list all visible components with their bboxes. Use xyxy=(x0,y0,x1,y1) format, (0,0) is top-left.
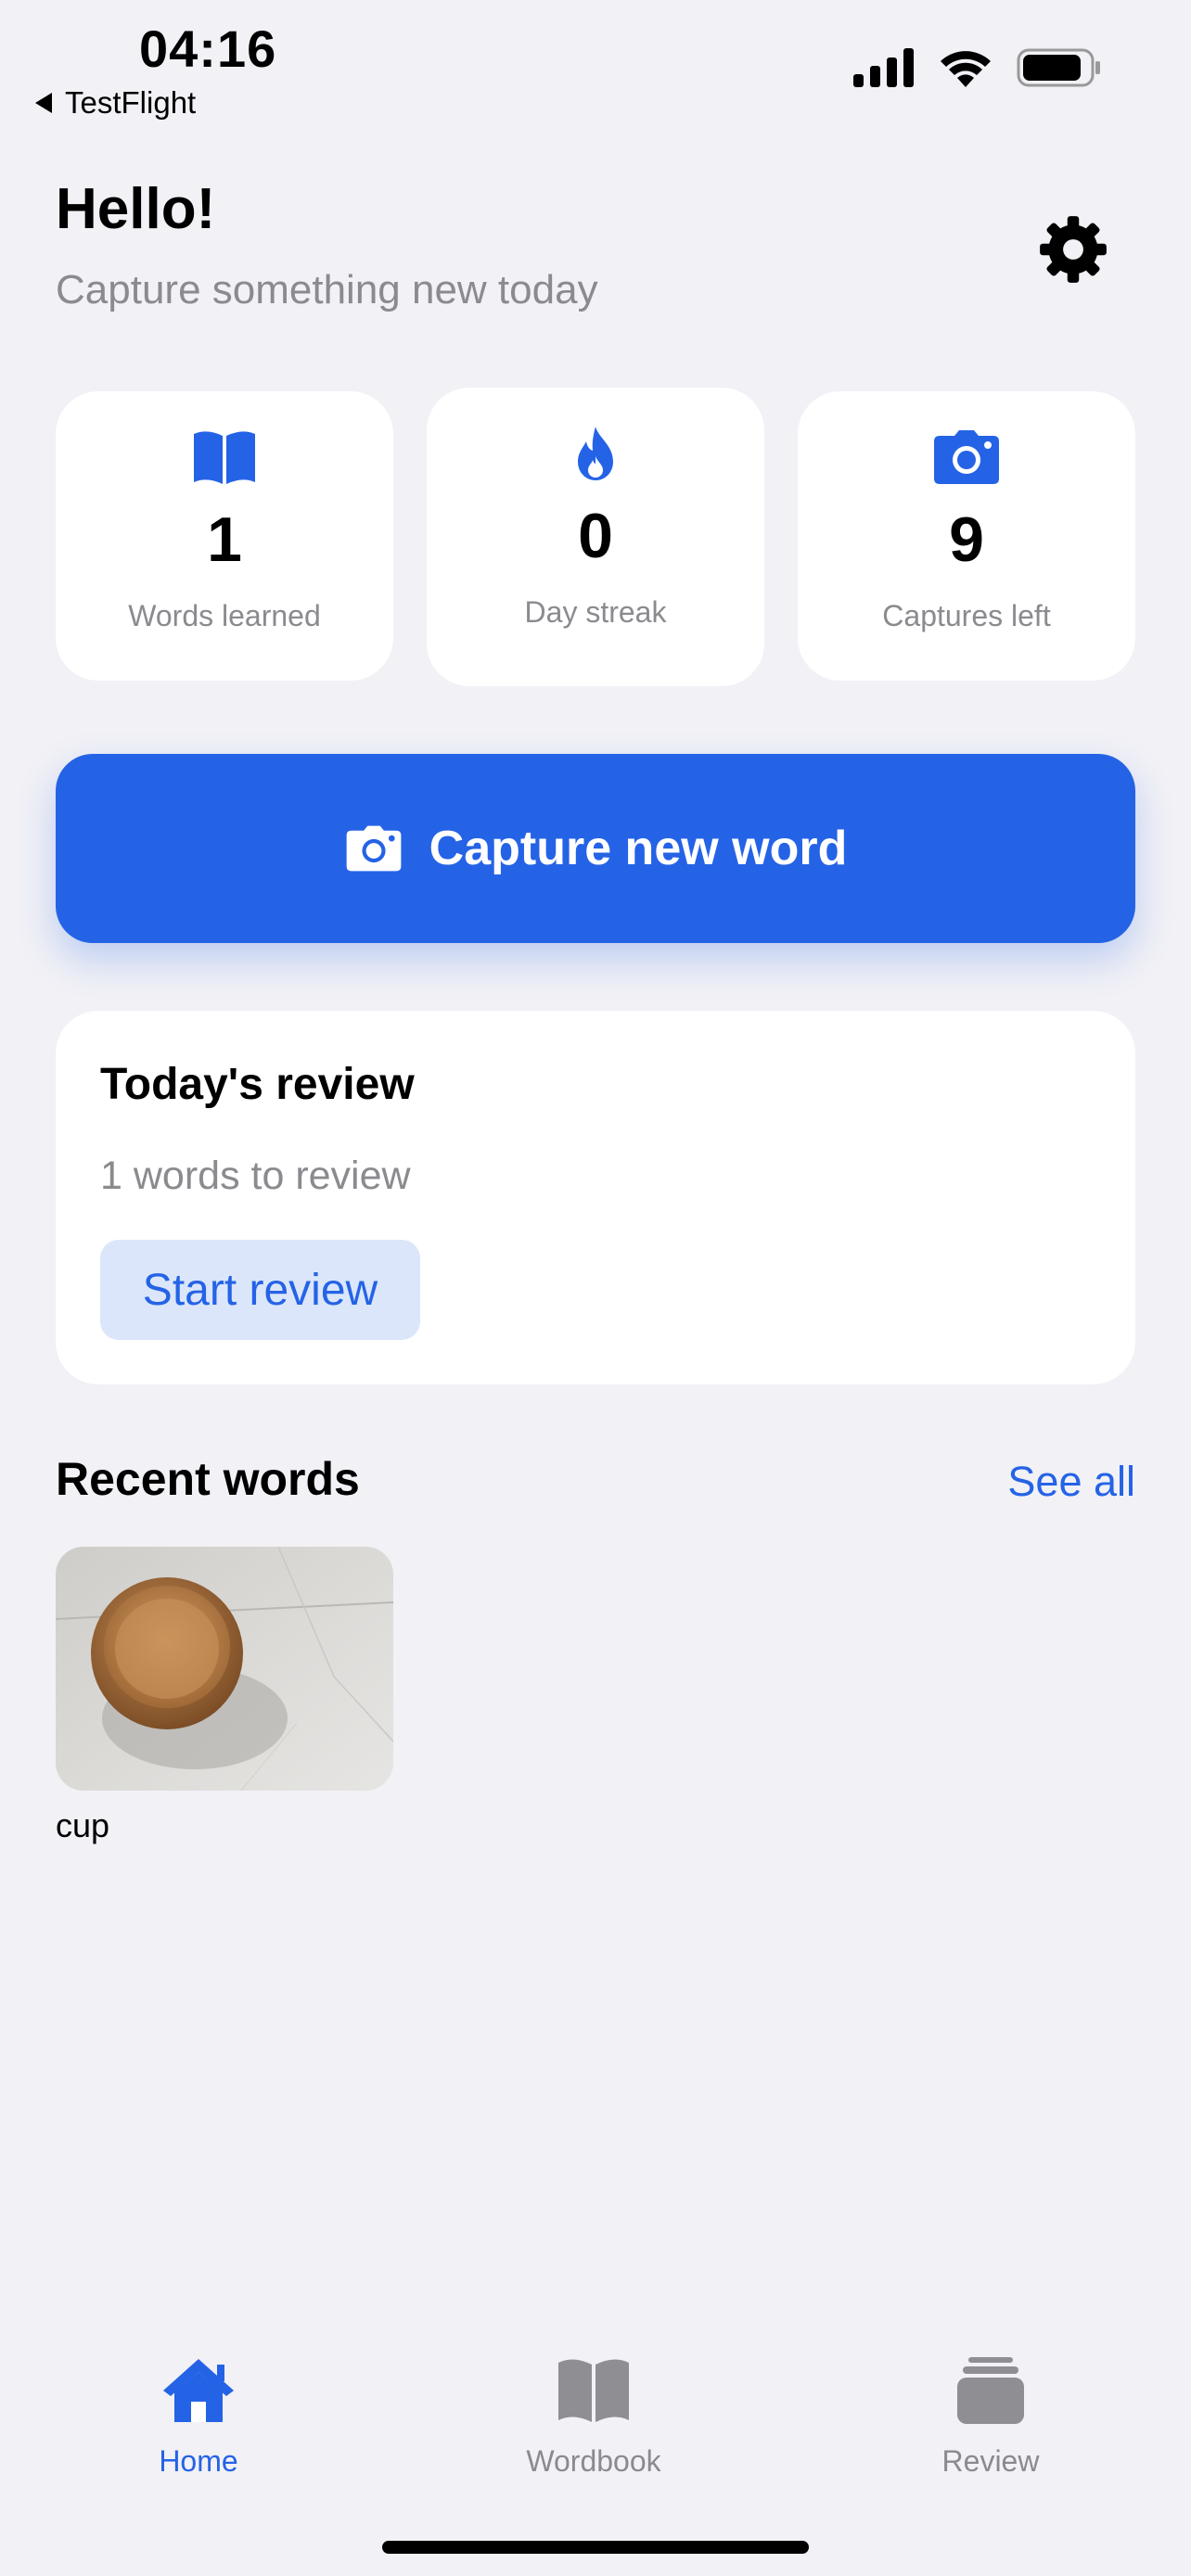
stat-value: 0 xyxy=(578,501,613,571)
tab-home[interactable]: Home xyxy=(78,2355,319,2479)
card-stack-icon xyxy=(957,2357,1024,2424)
word-card-label: cup xyxy=(56,1806,110,1844)
stat-card-captures-left: 9 Captures left xyxy=(798,391,1135,681)
bowl-photo xyxy=(56,1547,393,1791)
flame-icon xyxy=(578,427,613,480)
greeting-subtitle: Capture something new today xyxy=(56,267,598,312)
status-icons xyxy=(853,48,1102,87)
back-arrow-icon xyxy=(35,93,52,113)
book-icon xyxy=(558,2359,629,2422)
cellular-signal-icon xyxy=(853,48,914,87)
stat-label: Day streak xyxy=(524,595,667,629)
review-count: 1 words to review xyxy=(100,1154,411,1198)
book-icon xyxy=(194,431,255,484)
home-indicator[interactable] xyxy=(382,2541,809,2554)
tab-wordbook[interactable]: Wordbook xyxy=(473,2355,714,2479)
stat-card-words-learned: 1 Words learned xyxy=(56,391,393,681)
tab-label: Review xyxy=(941,2444,1040,2478)
greeting-title: Hello! xyxy=(56,177,216,241)
word-card-thumbnail[interactable] xyxy=(56,1547,393,1791)
start-review-label: Start review xyxy=(142,1265,378,1315)
recent-words-title: Recent words xyxy=(56,1453,360,1505)
battery-icon xyxy=(1017,48,1100,87)
stat-label: Captures left xyxy=(882,599,1051,632)
todays-review-card: Today's review 1 words to review Start r… xyxy=(56,1011,1135,1384)
gear-icon[interactable] xyxy=(1037,213,1109,286)
camera-icon xyxy=(346,825,401,872)
tab-label: Home xyxy=(159,2444,238,2478)
stat-label: Words learned xyxy=(128,599,321,632)
stat-value: 9 xyxy=(949,504,984,575)
status-time: 04:16 xyxy=(139,19,277,78)
capture-new-word-button[interactable]: Capture new word xyxy=(56,754,1135,943)
home-screen: 04:16 TestFlight Hello! Capture somethin… xyxy=(0,0,1191,2576)
capture-button-label: Capture new word xyxy=(429,822,848,875)
camera-icon xyxy=(934,430,999,484)
review-title: Today's review xyxy=(100,1060,415,1109)
tab-label: Wordbook xyxy=(526,2444,661,2478)
stat-card-day-streak: 0 Day streak xyxy=(427,388,764,686)
house-icon xyxy=(163,2359,234,2422)
tab-review[interactable]: Review xyxy=(870,2355,1111,2479)
back-app-label: TestFlight xyxy=(65,85,197,120)
start-review-button[interactable]: Start review xyxy=(100,1240,420,1340)
stat-value: 1 xyxy=(207,504,242,575)
see-all-link[interactable]: See all xyxy=(1007,1458,1135,1506)
wifi-icon xyxy=(941,51,991,87)
back-to-testflight[interactable]: TestFlight xyxy=(35,85,196,121)
